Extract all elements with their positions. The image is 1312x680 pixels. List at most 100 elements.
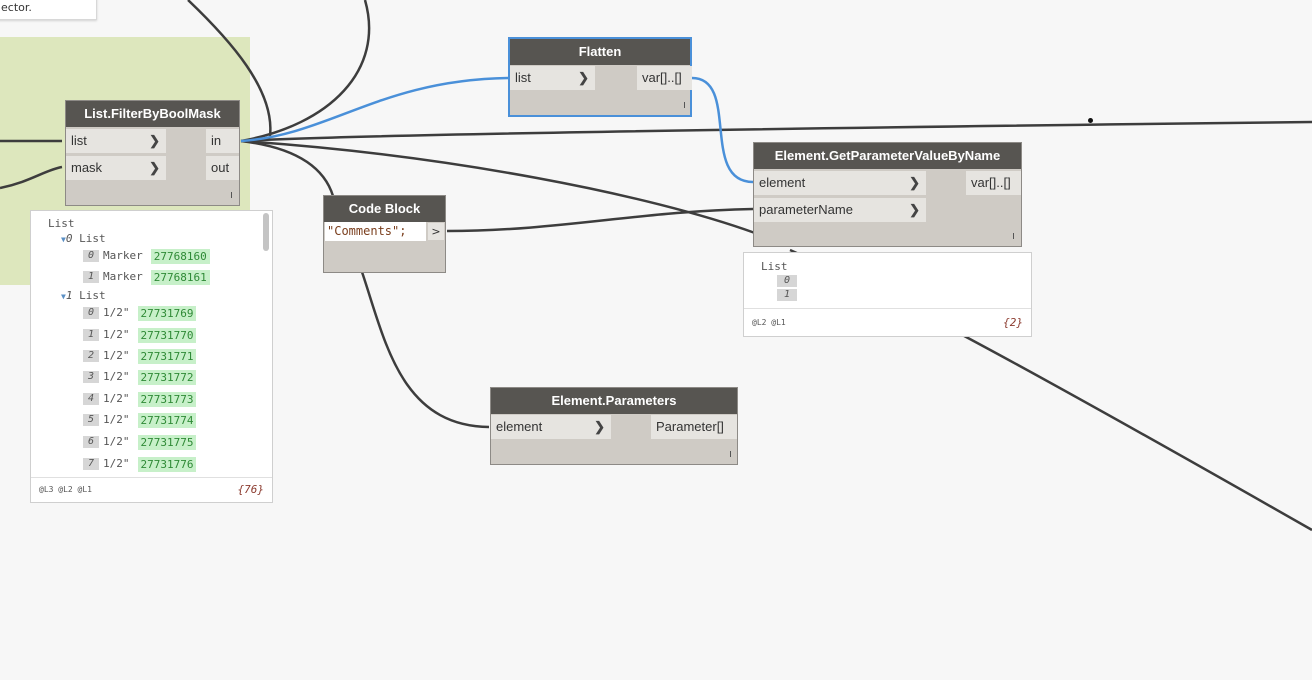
list-item: 2 1/2" 27731771	[83, 348, 197, 364]
list-item: 1 Marker 27768161	[83, 269, 210, 285]
list-item: 0 1/2" 27731769	[83, 305, 197, 321]
parameter-output-port[interactable]: Parameter[]	[651, 415, 737, 439]
list-item: 5 1/2" 27731774	[83, 412, 197, 428]
filter-preview-bubble[interactable]: List ▼0 List 0 Marker 27768160 1 Marker 2776…	[30, 210, 273, 503]
preview-footer: @L2 @L1 {2}	[744, 308, 1031, 336]
element-input-port[interactable]: element ❯	[491, 415, 611, 439]
chevron-right-icon: ❯	[149, 133, 160, 148]
in-output-port[interactable]: in	[206, 129, 239, 153]
port-label: list	[515, 70, 531, 85]
item-count: {2}	[1003, 316, 1023, 329]
lacing-indicator	[1013, 233, 1014, 239]
item-index: 4	[83, 393, 99, 405]
node-title: List.FilterByBoolMask	[66, 101, 239, 127]
item-name: 1/2"	[103, 435, 130, 448]
element-id[interactable]: 27731769	[137, 305, 197, 321]
var-output-port[interactable]: var[]..[]	[637, 66, 692, 90]
connector-wire	[240, 0, 371, 143]
node-title: Code Block	[324, 196, 445, 222]
item-name: 1/2"	[103, 413, 130, 426]
list-item: 7 1/2" 27731776	[83, 456, 197, 472]
item-name: Marker	[103, 270, 143, 283]
item-name: 1/2"	[103, 392, 130, 405]
element-id[interactable]: 27768160	[150, 248, 210, 264]
item-index: 2	[83, 350, 99, 362]
mask-input-port[interactable]: mask ❯	[66, 156, 166, 180]
element-input-port[interactable]: element ❯	[754, 171, 926, 195]
list-item: 0 Marker 27768160	[83, 248, 210, 264]
list-levels: @L2 @L1	[752, 318, 786, 327]
element-id[interactable]: 27731775	[137, 434, 197, 450]
connector-wire	[240, 139, 756, 235]
note[interactable]: ector.	[0, 0, 97, 20]
port-label: parameterName	[759, 202, 853, 217]
preview-list-header[interactable]: ▼1 List	[61, 288, 106, 304]
filterbyboolmask-node[interactable]: List.FilterByBoolMask list ❯ mask ❯ in out	[65, 100, 240, 206]
connector-wire	[240, 139, 335, 197]
list-input-port[interactable]: list ❯	[510, 66, 595, 90]
flatten-node[interactable]: Flatten list ❯ var[]..[]	[508, 37, 692, 117]
preview-root-label: List	[48, 217, 75, 230]
cursor-dot	[1088, 118, 1093, 123]
item-name: 1/2"	[103, 457, 130, 470]
element-id[interactable]: 27768161	[150, 269, 210, 285]
element-parameters-node[interactable]: Element.Parameters element ❯ Parameter[]	[490, 387, 738, 465]
var-output-port[interactable]: var[]..[]	[966, 171, 1021, 195]
port-label: in	[211, 133, 222, 148]
out-output-port[interactable]: out	[206, 156, 239, 180]
chevron-right-icon: ❯	[578, 70, 589, 85]
scrollbar[interactable]	[263, 213, 269, 251]
node-title: Element.Parameters	[491, 388, 737, 414]
getparam-preview-bubble[interactable]: List 0 1 @L2 @L1 {2}	[743, 252, 1032, 337]
element-id[interactable]: 27731776	[137, 456, 197, 472]
item-index: 3	[83, 371, 99, 383]
item-index: 0	[777, 275, 797, 287]
list-item: 3 1/2" 27731772	[83, 369, 197, 385]
item-name: 1/2"	[103, 370, 130, 383]
item-index: 1	[83, 271, 99, 283]
element-id[interactable]: 27731770	[137, 327, 197, 343]
element-id[interactable]: 27731774	[137, 412, 197, 428]
chevron-right-icon: ❯	[149, 160, 160, 175]
port-label: list	[71, 133, 87, 148]
item-name: Marker	[103, 249, 143, 262]
item-index: 0	[83, 307, 99, 319]
port-label: element	[496, 419, 543, 434]
list-levels: @L3 @L2 @L1	[39, 485, 92, 494]
connector-wire	[446, 207, 754, 233]
code-editor[interactable]: "Comments";	[325, 222, 426, 241]
node-title: Element.GetParameterValueByName	[754, 143, 1021, 169]
node-title: Flatten	[510, 39, 690, 65]
lacing-indicator	[730, 451, 731, 457]
code-block-node[interactable]: Code Block "Comments"; >	[323, 195, 446, 273]
port-label: out	[211, 160, 230, 175]
item-count: {76}	[237, 483, 265, 496]
code-output-port[interactable]: >	[428, 223, 444, 240]
list-item: 1	[777, 287, 801, 303]
preview-footer: @L3 @L2 @L1 {76}	[31, 477, 272, 502]
element-id[interactable]: 27731772	[137, 369, 197, 385]
element-id[interactable]: 27731771	[137, 348, 197, 364]
getparametervaluebyname-node[interactable]: Element.GetParameterValueByName element ❯…	[753, 142, 1022, 247]
list-input-port[interactable]: list ❯	[66, 129, 166, 153]
list-item: 4 1/2" 27731773	[83, 391, 197, 407]
port-label: element	[759, 175, 806, 190]
preview-list-header[interactable]: ▼0 List	[61, 231, 106, 247]
list-label: List	[79, 232, 106, 245]
parametername-input-port[interactable]: parameterName ❯	[754, 198, 926, 222]
item-name: 1/2"	[103, 328, 130, 341]
item-index: 0	[83, 250, 99, 262]
element-id[interactable]: 27731773	[137, 391, 197, 407]
item-index: 6	[83, 436, 99, 448]
item-index: 1	[777, 289, 797, 301]
item-index: 7	[83, 458, 99, 470]
port-label: var[]..[]	[971, 175, 1011, 190]
port-label: mask	[71, 160, 103, 175]
list-label: List	[79, 289, 106, 302]
note-text: ector.	[1, 1, 32, 14]
port-label: Parameter[]	[656, 419, 724, 434]
connector-wire	[360, 271, 490, 429]
item-name: 1/2"	[103, 349, 130, 362]
chevron-right-icon: ❯	[909, 175, 920, 190]
item-name: 1/2"	[103, 306, 130, 319]
